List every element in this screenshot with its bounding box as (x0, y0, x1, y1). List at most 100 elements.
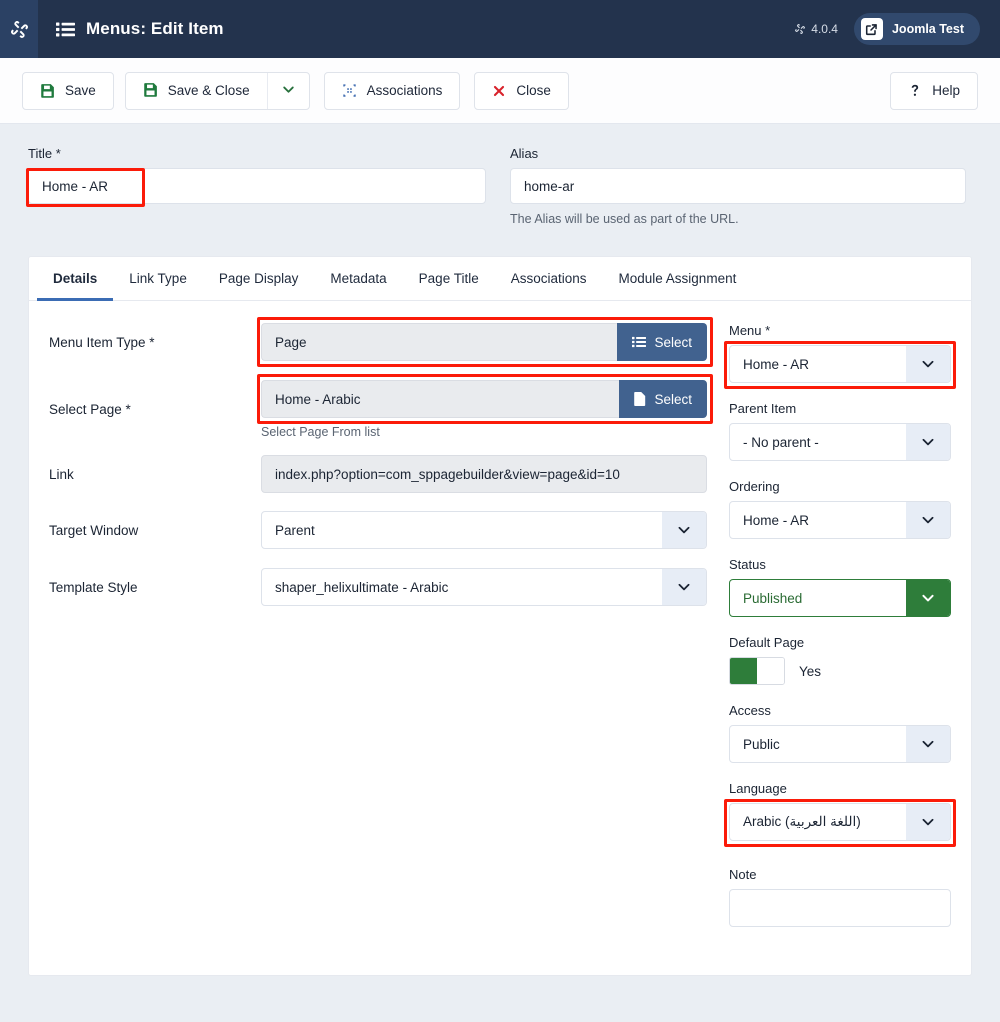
menu-item-type-select-button[interactable]: Select (617, 323, 707, 361)
save-and-close-button[interactable]: Save & Close (126, 73, 267, 109)
select-page-select-button[interactable]: Select (619, 380, 707, 418)
menu-value: Home - AR (743, 356, 810, 372)
chevron-down-icon (906, 726, 950, 762)
app-header: Menus: Edit Item 4.0.4 Joomla Test (0, 0, 1000, 58)
associations-button-label: Associations (366, 83, 443, 98)
associations-button[interactable]: Associations (323, 71, 461, 110)
menu-item-type-value: Page (261, 323, 618, 361)
language-select[interactable]: Arabic (اللغة العربية) (729, 803, 951, 841)
title-field-group: Title * Home - AR (26, 146, 486, 226)
template-style-control: shaper_helixultimate - Arabic (261, 568, 707, 606)
alias-field-group: Alias home-ar The Alias will be used as … (510, 146, 966, 226)
details-tab-panel: Menu Item Type * Page Select Select Page… (29, 301, 971, 975)
template-style-value: shaper_helixultimate - Arabic (275, 579, 449, 595)
user-menu-button[interactable]: Joomla Test (853, 13, 980, 45)
chevron-down-icon (662, 569, 706, 605)
access-label: Access (729, 703, 771, 718)
external-link-icon (860, 18, 883, 40)
toolbar: Save Save & Close Associations Close Hel… (0, 58, 1000, 124)
page-title: Menus: Edit Item (86, 19, 224, 38)
link-value: index.php?option=com_sppagebuilder&view=… (261, 455, 707, 493)
access-value: Public (743, 736, 780, 752)
access-select[interactable]: Public (729, 725, 951, 763)
top-fields-row: Title * Home - AR Alias home-ar The Alia… (26, 124, 972, 226)
question-mark-icon (908, 83, 922, 98)
select-page-label: Select Page * (49, 402, 131, 417)
header-right-group: 4.0.4 Joomla Test (794, 13, 1000, 45)
toggle-off-segment (757, 658, 784, 684)
chevron-down-icon (662, 512, 706, 548)
tab-page-display[interactable]: Page Display (203, 257, 315, 301)
language-field: Language Arabic (اللغة العربية) (724, 781, 956, 847)
user-name-label: Joomla Test (891, 22, 964, 36)
status-select[interactable]: Published (729, 579, 951, 617)
parent-item-label: Parent Item (729, 401, 797, 416)
access-field: Access Public (729, 703, 951, 763)
target-window-row: Target Window Parent (49, 511, 707, 549)
select-page-help-text: Select Page From list (261, 425, 380, 439)
menu-field: Menu * Home - AR (724, 323, 956, 389)
chevron-down-icon (281, 82, 296, 100)
tab-metadata[interactable]: Metadata (314, 257, 402, 301)
x-close-icon (492, 84, 506, 98)
menu-item-type-control: Page Select (257, 317, 713, 367)
file-icon (634, 392, 646, 406)
menu-item-type-select-label: Select (654, 334, 692, 350)
tab-page-title[interactable]: Page Title (403, 257, 495, 301)
version-label: 4.0.4 (811, 22, 838, 36)
chevron-down-icon (906, 804, 950, 840)
default-page-toggle[interactable] (729, 657, 785, 685)
version-indicator: 4.0.4 (794, 22, 838, 36)
link-control: index.php?option=com_sppagebuilder&view=… (261, 455, 707, 493)
title-label: Title * (28, 146, 61, 161)
joomla-icon (794, 23, 806, 35)
language-value: Arabic (اللغة العربية) (743, 814, 861, 829)
select-page-control: Home - Arabic Select Select Page From li… (257, 374, 713, 439)
details-side-column: Menu * Home - AR Parent Item - No parent… (724, 323, 971, 945)
template-style-label: Template Style (49, 579, 138, 595)
chevron-down-icon (906, 424, 950, 460)
tab-details[interactable]: Details (37, 257, 114, 301)
status-value: Published (743, 590, 803, 606)
default-page-field: Default Page Yes (729, 635, 951, 685)
language-label: Language (729, 781, 787, 796)
select-page-select-label: Select (654, 391, 692, 407)
target-window-value: Parent (275, 522, 315, 538)
title-input[interactable]: Home - AR (28, 168, 486, 204)
toggle-on-segment (730, 658, 757, 684)
parent-item-select[interactable]: - No parent - (729, 423, 951, 461)
tab-module-assignment[interactable]: Module Assignment (603, 257, 753, 301)
save-button[interactable]: Save (22, 71, 114, 110)
note-input[interactable] (729, 889, 951, 927)
target-window-label: Target Window (49, 522, 139, 538)
default-page-toggle-row: Yes (729, 657, 951, 685)
select-page-input-group: Home - Arabic Select (261, 380, 707, 418)
tab-link-type[interactable]: Link Type (113, 257, 203, 301)
ordering-select[interactable]: Home - AR (729, 501, 951, 539)
save-button-label: Save (65, 83, 96, 98)
status-field: Status Published (729, 557, 951, 617)
select-page-row: Select Page * Home - Arabic Select Selec… (49, 374, 713, 439)
help-button[interactable]: Help (890, 71, 978, 110)
associations-icon (342, 83, 357, 98)
edit-item-panel: Details Link Type Page Display Metadata … (28, 256, 972, 976)
alias-help-text: The Alias will be used as part of the UR… (510, 212, 739, 226)
menu-item-type-input-group: Page Select (261, 323, 707, 361)
save-dropdown-toggle[interactable] (266, 72, 309, 109)
menu-select[interactable]: Home - AR (729, 345, 951, 383)
target-window-select[interactable]: Parent (261, 511, 707, 549)
alias-input[interactable]: home-ar (510, 168, 966, 204)
tab-associations[interactable]: Associations (495, 257, 603, 301)
alias-input-value: home-ar (524, 178, 575, 194)
ordering-label: Ordering (729, 479, 780, 494)
joomla-logo-button[interactable] (0, 0, 38, 58)
menu-item-type-row: Menu Item Type * Page Select (49, 317, 713, 367)
note-label: Note (729, 867, 757, 882)
template-style-row: Template Style shaper_helixultimate - Ar… (49, 568, 707, 606)
template-style-select[interactable]: shaper_helixultimate - Arabic (261, 568, 707, 606)
default-page-label: Default Page (729, 635, 805, 650)
ordering-value: Home - AR (743, 512, 810, 528)
select-page-value: Home - Arabic (261, 380, 620, 418)
close-button[interactable]: Close (474, 71, 569, 110)
tab-bar: Details Link Type Page Display Metadata … (29, 257, 971, 301)
